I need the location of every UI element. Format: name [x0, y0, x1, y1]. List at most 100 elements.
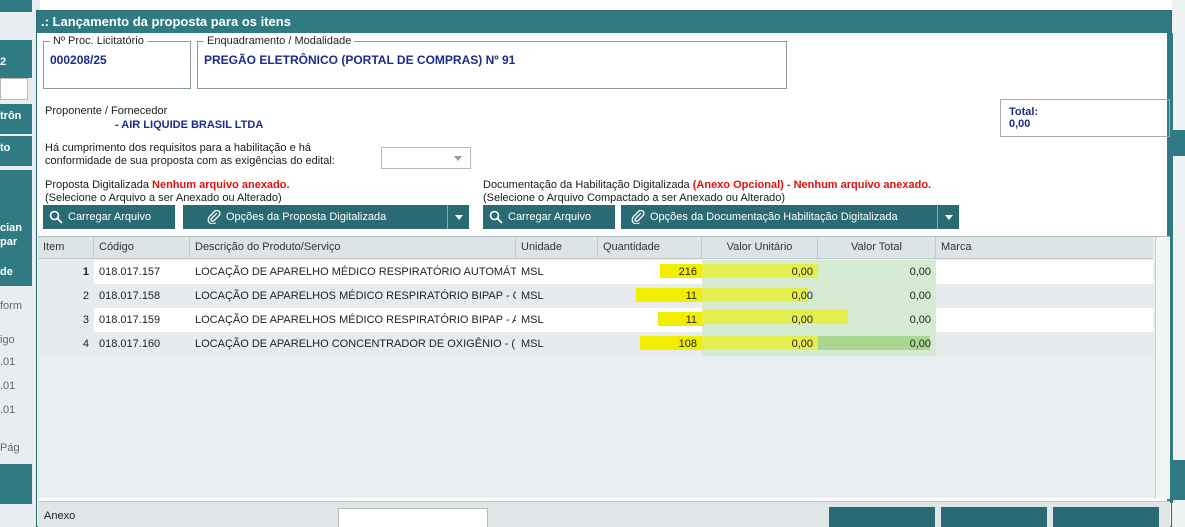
requisitos-line1: Há cumprimento dos requisitos para a hab…	[45, 142, 311, 154]
documentacao-hint: (Selecione o Arquivo Compactado a ser An…	[483, 192, 786, 204]
bg-label: form	[0, 300, 22, 312]
col-codigo[interactable]: Código	[94, 237, 190, 259]
paperclip-icon	[207, 210, 221, 224]
requisitos-question: Há cumprimento dos requisitos para a hab…	[45, 142, 335, 168]
table-row[interactable]: 1 018.017.157 LOCAÇÃO DE APARELHO MÉDICO…	[38, 260, 1153, 284]
proposal-dialog: .: Lançamento da proposta para os itens …	[36, 10, 1173, 527]
cell-valor-unitario[interactable]: 0,00	[702, 332, 818, 356]
action-button[interactable]	[829, 507, 935, 527]
col-valor-total[interactable]: Valor Total	[818, 237, 936, 259]
col-valor-unitario[interactable]: Valor Unitário	[702, 237, 818, 259]
grid-scrollbar[interactable]	[1155, 237, 1170, 499]
col-descricao[interactable]: Descrição do Produto/Serviço	[190, 237, 516, 259]
bg-label: trôn	[0, 110, 22, 122]
paperclip-icon	[631, 210, 645, 224]
cell-descricao: LOCAÇÃO DE APARELHOS MÉDICO RESPIRATÓRIO…	[195, 314, 516, 326]
cell-quantidade[interactable]: 108	[598, 332, 702, 356]
cell-descricao: LOCAÇÃO DE APARELHO MÉDICO RESPIRATÓRIO …	[190, 260, 516, 284]
cell-marca[interactable]	[936, 332, 1153, 356]
requisitos-select[interactable]	[381, 147, 471, 169]
action-button[interactable]	[941, 507, 1047, 527]
bg-label: igo	[0, 334, 15, 346]
documentacao-options-button[interactable]: Opções da Documentação Habilitação Digit…	[621, 205, 959, 229]
cell-item: 2	[82, 290, 89, 302]
proposta-label: Proposta Digitalizada	[45, 179, 149, 191]
documentacao-section: Documentação da Habilitação Digitalizada…	[483, 179, 931, 205]
bg-teal-bar	[1172, 460, 1185, 500]
cell-valor-unitario[interactable]: 0,00	[702, 260, 818, 284]
cell-marca[interactable]	[936, 284, 1153, 308]
chevron-down-icon	[454, 156, 462, 161]
bg-select	[0, 78, 28, 100]
bg-teal-bar	[0, 0, 32, 12]
total-box: Total: 0,00	[1000, 99, 1170, 137]
search-icon	[49, 210, 63, 224]
bg-teal-bar	[0, 464, 32, 504]
background-app-left: 2 trôn to cian par de form igo .01 .01 .…	[0, 0, 40, 527]
chevron-down-icon	[454, 214, 463, 220]
bg-label: to	[0, 142, 11, 154]
cell-unidade: MSL	[521, 314, 544, 326]
bg-label: 2	[0, 56, 7, 68]
proposta-section: Proposta Digitalizada Nenhum arquivo ane…	[45, 179, 290, 205]
proposta-hint: (Selecione o Arquivo a ser Anexado ou Al…	[45, 192, 282, 204]
bg-label: par	[0, 236, 18, 248]
cell-quantidade[interactable]: 11	[598, 284, 702, 308]
cell-item: 3	[38, 308, 94, 332]
modalidade-fieldset: Enquadramento / Modalidade PREGÃO ELETRÔ…	[197, 35, 787, 89]
bg-label: .01	[0, 380, 16, 392]
bg-label: Pág	[0, 442, 20, 454]
cell-valor-unitario[interactable]: 0,00	[702, 308, 818, 332]
cell-valor-total: 0,00	[909, 266, 931, 278]
background-app-right	[1172, 0, 1185, 527]
table-row[interactable]: 3 018.017.159 LOCAÇÃO DE APARELHOS MÉDIC…	[38, 308, 1153, 332]
cell-quantidade[interactable]: 11	[598, 308, 702, 332]
documentacao-status: (Anexo Opcional) - Nenhum arquivo anexad…	[692, 179, 932, 191]
table-row[interactable]: 2 018.017.158 LOCAÇÃO DE APARELHOS MÉDIC…	[38, 284, 1153, 308]
cell-codigo: 018.017.157	[94, 260, 190, 284]
proposta-status: Nenhum arquivo anexado.	[152, 179, 290, 191]
grid-header: Item Código Descrição do Produto/Serviço…	[38, 237, 1153, 259]
cell-unidade: MSL	[521, 338, 544, 350]
proposta-load-label: Carregar Arquivo	[68, 211, 152, 223]
action-button[interactable]	[1053, 507, 1159, 527]
cell-item: 4	[82, 338, 89, 350]
proc-fieldset: Nº Proc. Licitatório 000208/25	[43, 35, 191, 89]
total-label: Total:	[1009, 106, 1039, 118]
bg-label: .01	[0, 404, 16, 416]
cell-codigo: 018.017.159	[99, 314, 161, 326]
cell-valor-total: 0,00	[909, 290, 931, 302]
documentacao-label: Documentação da Habilitação Digitalizada	[483, 179, 690, 191]
cell-item: 1	[38, 260, 94, 284]
col-unidade[interactable]: Unidade	[516, 237, 598, 259]
proc-legend: Nº Proc. Licitatório	[53, 35, 144, 47]
proc-number: 000208/25	[50, 53, 107, 67]
cell-unidade: MSL	[521, 290, 544, 302]
cell-codigo: 018.017.160	[99, 338, 161, 350]
cell-valor-unitario[interactable]: 0,00	[702, 284, 818, 308]
cell-unidade: MSL	[516, 260, 598, 284]
col-quantidade[interactable]: Quantidade	[598, 237, 702, 259]
cell-marca[interactable]	[936, 308, 1153, 332]
cell-codigo: 018.017.158	[99, 290, 161, 302]
documentacao-options-dropdown[interactable]	[937, 205, 959, 229]
table-row[interactable]: 4 018.017.160 LOCAÇÃO DE APARELHO CONCEN…	[38, 332, 1153, 356]
modalidade-legend: Enquadramento / Modalidade	[207, 35, 352, 47]
items-grid: Item Código Descrição do Produto/Serviço…	[38, 236, 1170, 499]
cell-valor-total: 0,00	[909, 314, 931, 326]
proposta-options-button[interactable]: Opções da Proposta Digitalizada	[183, 205, 469, 229]
proposta-options-dropdown[interactable]	[447, 205, 469, 229]
col-marca[interactable]: Marca	[936, 237, 1153, 259]
bottom-input[interactable]	[338, 508, 488, 527]
documentacao-load-button[interactable]: Carregar Arquivo	[483, 205, 615, 229]
cell-quantidade[interactable]: 216	[598, 260, 702, 284]
cell-descricao: LOCAÇÃO DE APARELHOS MÉDICO RESPIRATÓRIO…	[195, 290, 516, 302]
bg-label: cian	[0, 222, 23, 234]
requisitos-line2: conformidade de sua proposta com as exig…	[45, 155, 335, 167]
proposta-load-button[interactable]: Carregar Arquivo	[43, 205, 175, 229]
bg-teal-bar	[1172, 130, 1185, 156]
modalidade-value: PREGÃO ELETRÔNICO (PORTAL DE COMPRAS) Nº…	[204, 53, 516, 67]
cell-marca[interactable]	[936, 260, 1153, 284]
col-item[interactable]: Item	[38, 237, 94, 259]
chevron-down-icon	[944, 214, 953, 220]
